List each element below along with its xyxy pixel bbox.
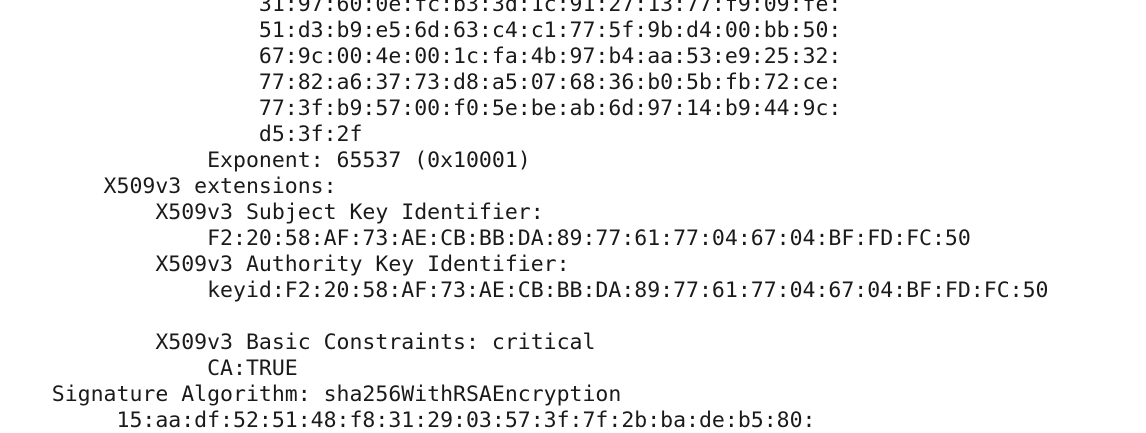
terminal-output[interactable]: 31:97:60:0e:fc:b3:3d:1c:91:27:13:77:f9:0… xyxy=(0,0,1146,433)
terminal-line: CA:TRUE xyxy=(0,356,298,381)
terminal-line: X509v3 Subject Key Identifier: xyxy=(0,200,557,225)
terminal-line: F2:20:58:AF:73:AE:CB:BB:DA:89:77:61:77:0… xyxy=(0,226,971,251)
terminal-line: 77:82:a6:37:73:d8:a5:07:68:36:b0:5b:fb:7… xyxy=(0,70,842,95)
terminal-line: X509v3 Basic Constraints: critical xyxy=(0,330,596,355)
terminal-line: 67:9c:00:4e:00:1c:fa:4b:97:b4:aa:53:e9:2… xyxy=(0,44,842,69)
terminal-line: Exponent: 65537 (0x10001) xyxy=(0,148,531,173)
terminal-line: Signature Algorithm: sha256WithRSAEncryp… xyxy=(0,382,622,407)
terminal-line: X509v3 extensions: xyxy=(0,174,337,199)
terminal-line: 15:aa:df:52:51:48:f8:31:29:03:57:3f:7f:2… xyxy=(0,408,816,433)
terminal-line: 77:3f:b9:57:00:f0:5e:be:ab:6d:97:14:b9:4… xyxy=(0,96,842,121)
terminal-line: keyid:F2:20:58:AF:73:AE:CB:BB:DA:89:77:6… xyxy=(0,278,1049,303)
terminal-line: d5:3f:2f xyxy=(0,122,363,147)
terminal-line: 31:97:60:0e:fc:b3:3d:1c:91:27:13:77:f9:0… xyxy=(0,0,842,17)
terminal-line: X509v3 Authority Key Identifier: xyxy=(0,252,583,277)
terminal-line: 51:d3:b9:e5:6d:63:c4:c1:77:5f:9b:d4:00:b… xyxy=(0,18,842,43)
